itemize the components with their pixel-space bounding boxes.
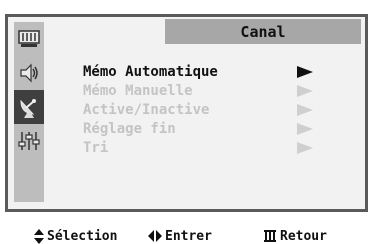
footer-enter: Entrer — [148, 228, 212, 244]
footer-enter-label: Entrer — [165, 228, 212, 244]
up-down-arrows-icon — [34, 228, 44, 244]
footer-help-bar: Sélection Entrer Retour — [0, 212, 379, 244]
menu-item-memo-automatique-arrow-icon — [297, 66, 313, 78]
menu-item-memo-manuelle[interactable]: Mémo Manuelle — [83, 83, 193, 100]
menu-item-reglage-fin[interactable]: Réglage fin — [83, 121, 176, 138]
menu-sidebar — [14, 22, 44, 202]
channel-antenna-icon[interactable] — [14, 90, 44, 124]
menu-item-memo-manuelle-arrow-icon — [297, 85, 313, 97]
footer-return: Retour — [263, 228, 327, 244]
tv-osd-menu: Canal Mémo Automatique Mémo Manuelle Act… — [0, 0, 379, 244]
menu-item-tri-arrow-icon — [297, 142, 313, 154]
menu-item-reglage-fin-arrow-icon — [297, 123, 313, 135]
footer-select-label: Sélection — [47, 228, 118, 244]
menu-icon — [264, 230, 276, 242]
menu-item-tri[interactable]: Tri — [83, 140, 108, 157]
menu-item-active-inactive-arrow-icon — [297, 104, 313, 116]
setup-sliders-icon[interactable] — [14, 124, 44, 158]
sound-icon[interactable] — [14, 56, 44, 90]
menu-title: Canal — [165, 19, 361, 44]
footer-select: Sélection — [34, 228, 117, 244]
menu-item-active-inactive[interactable]: Active/Inactive — [83, 102, 209, 119]
menu-item-memo-automatique[interactable]: Mémo Automatique — [83, 64, 218, 81]
footer-return-label: Retour — [280, 228, 327, 244]
left-right-arrows-icon — [148, 230, 162, 242]
picture-icon[interactable] — [14, 22, 44, 56]
